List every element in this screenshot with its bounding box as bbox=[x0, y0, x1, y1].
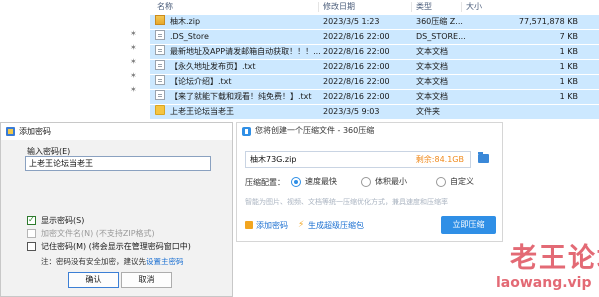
file-type: 文本文档 bbox=[416, 77, 448, 86]
file-name: 【来了就能下载和观看！纯免费！】.txt bbox=[170, 92, 312, 101]
cancel-button[interactable]: 取消 bbox=[121, 272, 172, 288]
add-password-label: 添加密码 bbox=[256, 221, 288, 230]
360zip-logo-icon bbox=[242, 127, 251, 136]
option-label: 体积最小 bbox=[375, 177, 407, 186]
file-size: 1 KB bbox=[559, 77, 578, 86]
show-password-label: 显示密码(S) bbox=[41, 216, 85, 225]
dialog-titlebar[interactable]: 添加密码 bbox=[1, 123, 232, 140]
compress-now-button[interactable]: 立即压缩 bbox=[441, 216, 496, 234]
column-separator[interactable] bbox=[461, 2, 462, 12]
document-icon bbox=[155, 45, 165, 55]
file-type: 文件夹 bbox=[416, 107, 440, 116]
archive-filename[interactable]: 柚木73G.zip bbox=[250, 152, 296, 167]
column-header-name[interactable]: 名称 bbox=[157, 0, 173, 14]
pin-icon[interactable]: ✶ bbox=[130, 57, 139, 66]
radio-icon[interactable] bbox=[361, 177, 371, 187]
document-icon bbox=[155, 90, 165, 100]
file-name: 上老王论坛当老王 bbox=[170, 107, 234, 116]
browse-folder-icon[interactable] bbox=[478, 152, 489, 163]
file-modified: 2022/8/16 22:00 bbox=[323, 77, 390, 86]
file-type: 360压缩 Z... bbox=[416, 17, 463, 26]
watermark-url: laowang.vip bbox=[496, 275, 592, 291]
file-row[interactable]: 柚木.zip 2023/3/5 1:23 360压缩 Z... 77,571,8… bbox=[150, 15, 599, 29]
checkbox-icon bbox=[27, 229, 36, 238]
watermark-text: 老王论坛 bbox=[510, 243, 599, 274]
document-icon bbox=[155, 60, 165, 70]
file-size: 1 KB bbox=[559, 47, 578, 56]
confirm-button[interactable]: 确认 bbox=[68, 272, 119, 288]
create-sfx-label: 生成超级压缩包 bbox=[308, 221, 364, 230]
folder-icon bbox=[155, 105, 165, 115]
file-row[interactable]: 上老王论坛当老王 2023/3/5 9:03 文件夹 bbox=[150, 105, 599, 119]
file-size: 1 KB bbox=[559, 62, 578, 71]
file-modified: 2022/8/16 22:00 bbox=[323, 47, 390, 56]
document-icon bbox=[155, 30, 165, 40]
file-modified: 2023/3/5 9:03 bbox=[323, 107, 380, 116]
file-size: 1 KB bbox=[559, 92, 578, 101]
note-text: 注：密码没有安全加密，建议先 bbox=[41, 257, 146, 266]
file-row[interactable]: 【永久地址发布页】.txt 2022/8/16 22:00 文本文档 1 KB bbox=[150, 60, 599, 74]
column-header-modified[interactable]: 修改日期 bbox=[323, 0, 355, 14]
option-label: 速度最快 bbox=[305, 177, 337, 186]
dialog-title: 您将创建一个压缩文件 - 360压缩 bbox=[255, 126, 375, 135]
dialog-titlebar[interactable]: 您将创建一个压缩文件 - 360压缩 bbox=[237, 123, 502, 139]
column-header-size[interactable]: 大小 bbox=[466, 0, 482, 14]
archive-path-field[interactable]: 柚木73G.zip 剩余:84.1GB bbox=[245, 151, 471, 168]
free-space-label: 剩余:84.1GB bbox=[415, 155, 464, 164]
radio-icon[interactable] bbox=[436, 177, 446, 187]
file-name: 【永久地址发布页】.txt bbox=[170, 62, 256, 71]
add-password-dialog: 添加密码 输入密码(E) 显示密码(S) 加密文件名(N) (不支持ZIP格式)… bbox=[0, 122, 233, 297]
column-header-type[interactable]: 类型 bbox=[416, 0, 432, 14]
encrypt-filenames-label: 加密文件名(N) (不支持ZIP格式) bbox=[41, 229, 155, 238]
file-type: 文本文档 bbox=[416, 47, 448, 56]
remember-password-label: 记住密码(M) (将会显示在管理密码窗口中) bbox=[41, 242, 191, 251]
file-row[interactable]: .DS_Store 2022/8/16 22:00 DS_STORE... 7 … bbox=[150, 30, 599, 44]
pin-icon[interactable]: ✶ bbox=[130, 43, 139, 52]
lock-icon bbox=[245, 221, 253, 229]
file-modified: 2023/3/5 1:23 bbox=[323, 17, 380, 26]
option-label: 自定义 bbox=[450, 177, 474, 186]
set-master-password-link[interactable]: 设置主密码 bbox=[146, 257, 184, 266]
checkbox-icon[interactable] bbox=[27, 242, 36, 251]
document-icon bbox=[155, 75, 165, 85]
file-name: 柚木.zip bbox=[170, 17, 201, 26]
file-name: 【论坛介绍】.txt bbox=[170, 77, 232, 86]
zip-icon bbox=[155, 15, 165, 25]
create-archive-dialog: 您将创建一个压缩文件 - 360压缩 柚木73G.zip 剩余:84.1GB 压… bbox=[236, 122, 503, 242]
file-type: 文本文档 bbox=[416, 92, 448, 101]
compression-description: 智能为图片、视频、文档等统一压缩优化方式，兼具速度和压缩率 bbox=[245, 198, 448, 206]
checkbox-checked-icon[interactable] bbox=[27, 215, 36, 225]
file-name: .DS_Store bbox=[170, 32, 209, 41]
pin-icon[interactable]: ✶ bbox=[130, 29, 139, 38]
file-row[interactable]: 【论坛介绍】.txt 2022/8/16 22:00 文本文档 1 KB bbox=[150, 75, 599, 89]
dialog-title: 添加密码 bbox=[19, 127, 51, 136]
quick-access-pins: ✶ ✶ ✶ ✶ ✶ bbox=[128, 0, 142, 120]
security-note: 注：密码没有安全加密，建议先设置主密码 bbox=[41, 256, 184, 267]
file-explorer: ✶ ✶ ✶ ✶ ✶ 名称 修改日期 类型 大小 柚木.zip 2023/3/5 … bbox=[0, 0, 599, 120]
column-separator[interactable] bbox=[318, 2, 319, 12]
file-type: 文本文档 bbox=[416, 62, 448, 71]
file-size: 7 KB bbox=[559, 32, 578, 41]
password-input[interactable] bbox=[25, 156, 211, 171]
radio-selected-icon[interactable] bbox=[291, 177, 301, 187]
pin-icon[interactable]: ✶ bbox=[130, 85, 139, 94]
file-type: DS_STORE... bbox=[416, 32, 466, 41]
file-size: 77,571,878 KB bbox=[518, 17, 578, 26]
file-row[interactable]: 最新地址及APP请发邮箱自动获取！！！... 2022/8/16 22:00 文… bbox=[150, 45, 599, 59]
column-separator[interactable] bbox=[411, 2, 412, 12]
file-modified: 2022/8/16 22:00 bbox=[323, 92, 390, 101]
compression-config-label: 压缩配置： bbox=[245, 178, 285, 187]
pin-icon[interactable]: ✶ bbox=[130, 71, 139, 80]
file-modified: 2022/8/16 22:00 bbox=[323, 62, 390, 71]
file-row[interactable]: 【来了就能下载和观看！纯免费！】.txt 2022/8/16 22:00 文本文… bbox=[150, 90, 599, 104]
file-modified: 2022/8/16 22:00 bbox=[323, 32, 390, 41]
lightning-icon: ⚡ bbox=[298, 220, 305, 230]
app-icon bbox=[6, 127, 15, 136]
file-name: 最新地址及APP请发邮箱自动获取！！！... bbox=[170, 47, 321, 56]
